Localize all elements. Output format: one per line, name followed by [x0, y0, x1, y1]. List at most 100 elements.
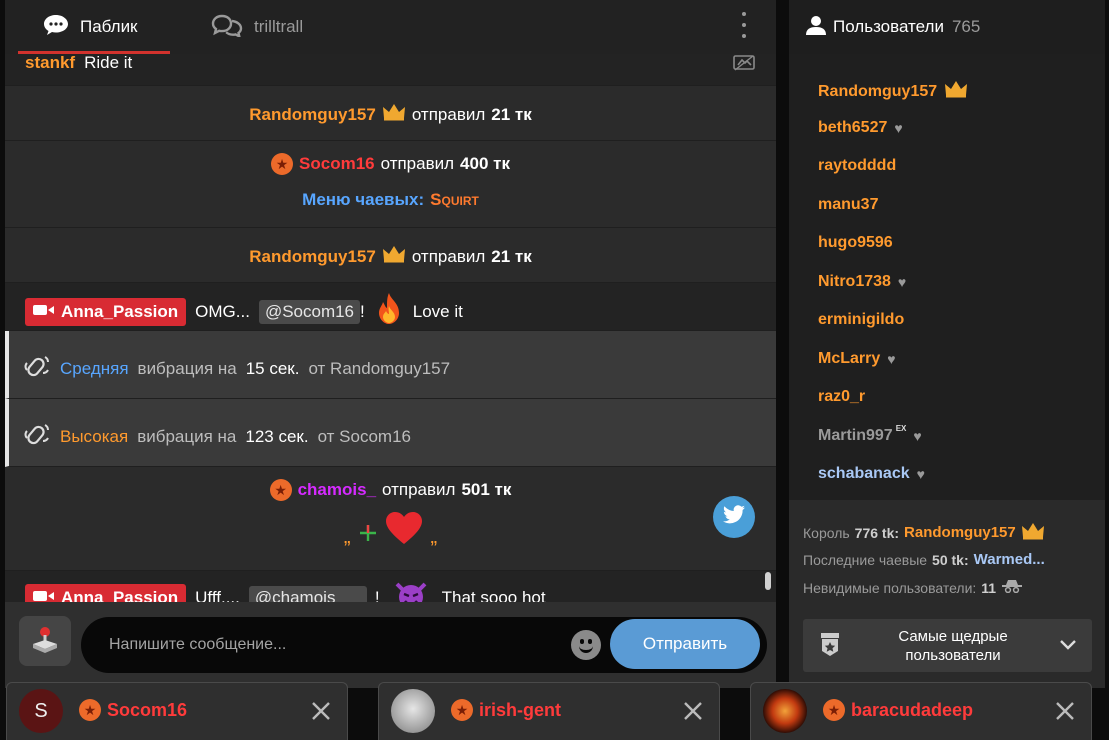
- translate-icon[interactable]: [732, 54, 756, 77]
- user-name: Martin997: [818, 427, 893, 444]
- tip-amount: 21 тк: [491, 104, 532, 124]
- tab-public[interactable]: Паблик: [42, 0, 138, 54]
- user-name: manu37: [818, 196, 879, 213]
- tip-verb: отправил: [411, 104, 486, 124]
- user-list-item[interactable]: raz0_r: [818, 388, 865, 406]
- user-list-item[interactable]: erminigildo: [818, 311, 904, 329]
- message-username[interactable]: chamois_: [298, 480, 376, 500]
- twitter-share-button[interactable]: [713, 496, 755, 538]
- user-name: schabanack: [818, 465, 910, 482]
- user-name: McLarry: [818, 350, 881, 367]
- message-text: !: [360, 301, 365, 321]
- vibration-level: Средняя: [60, 358, 129, 378]
- last-tip-stat: Последние чаевые 50 tk: Warmed...: [803, 551, 1045, 568]
- mention[interactable]: @chamois: [248, 585, 367, 602]
- close-icon[interactable]: [310, 700, 332, 722]
- tip-verb: отправил: [411, 246, 486, 266]
- user-list-item[interactable]: beth6527 ♥: [818, 119, 903, 137]
- heart-icon: ♥: [913, 428, 922, 444]
- star-icon: ★: [451, 699, 473, 721]
- user-list-item[interactable]: hugo9596: [818, 234, 893, 252]
- vibration-seconds: 123 сек.: [245, 426, 309, 446]
- tip-amount: 400 тк: [460, 154, 510, 173]
- star-icon: ★: [271, 153, 294, 175]
- camera-icon: [33, 588, 55, 603]
- private-chat-username: baracudadeep: [851, 699, 974, 720]
- user-list-item[interactable]: schabanack ♥: [818, 465, 925, 483]
- user-name: beth6527: [818, 119, 888, 136]
- message-username[interactable]: Randomguy157: [249, 105, 376, 125]
- private-chat-username: Socom16: [107, 699, 188, 720]
- tip-message: Randomguy157 отправил 21 тк: [5, 86, 776, 141]
- emoji-picker-icon[interactable]: [571, 630, 601, 660]
- model-badge[interactable]: Anna_Passion: [25, 297, 187, 326]
- user-name: Randomguy157: [818, 82, 938, 100]
- message-text: Ufff....: [195, 587, 240, 603]
- tip-message: ★ chamois_ отправил 501 тк „ „: [5, 467, 776, 571]
- games-button[interactable]: [19, 616, 71, 666]
- tab-private-label: trilltrall: [254, 17, 304, 36]
- star-icon: ★: [269, 479, 292, 501]
- message-text: Love it: [412, 301, 463, 321]
- king-amount: 776 tk:: [854, 524, 900, 541]
- message-username[interactable]: Socom16: [299, 154, 375, 174]
- private-chat-tab[interactable]: S ★ Socom16: [6, 682, 348, 740]
- message-text: OMG...: [195, 301, 250, 321]
- mention[interactable]: @Socom16: [258, 299, 361, 324]
- tip-amount: 21 тк: [491, 246, 532, 266]
- sparkle-icon: [359, 524, 377, 547]
- star-icon: ★: [823, 699, 845, 721]
- user-list-item[interactable]: McLarry ♥: [818, 350, 896, 368]
- last-tip-name[interactable]: Warmed...: [974, 551, 1045, 568]
- fire-emoji: [374, 292, 404, 331]
- users-panel: Пользователи 765 Randomguy157 beth6527 ♥…: [789, 0, 1105, 688]
- user-list-item[interactable]: raytodddd: [818, 157, 896, 175]
- private-chat-tab[interactable]: ★ irish-gent: [378, 682, 720, 740]
- top-tippers-dropdown[interactable]: Самые щедрые пользователи: [803, 619, 1092, 672]
- user-list-item[interactable]: manu37: [818, 196, 878, 214]
- invisible-users-stat: Невидимые пользователи: 11: [803, 579, 1023, 596]
- more-options-icon[interactable]: [738, 12, 750, 38]
- user-list-item[interactable]: Martin997 EX ♥: [818, 424, 922, 445]
- chat-scrollbar[interactable]: [765, 572, 771, 590]
- king-name[interactable]: Randomguy157: [904, 524, 1016, 541]
- king-stat: Король 776 tk: Randomguy157: [803, 522, 1045, 543]
- vibration-text: вибрация на: [137, 426, 237, 446]
- model-badge[interactable]: Anna_Passion: [25, 583, 187, 603]
- close-icon[interactable]: [682, 700, 704, 722]
- send-button[interactable]: Отправить: [610, 619, 760, 669]
- vibration-level: Высокая: [60, 426, 129, 446]
- vibration-from: от Randomguy157: [308, 358, 451, 378]
- chat-message: stankf Ride it: [5, 54, 776, 86]
- tip-message: Randomguy157 отправил 21 тк: [5, 228, 776, 283]
- spy-icon: [1001, 579, 1023, 596]
- chat-messages[interactable]: stankf Ride it Randomguy157 отправил 21 …: [5, 54, 776, 602]
- chevron-down-icon: [1059, 638, 1077, 656]
- king-label: Король: [803, 524, 850, 541]
- tab-private-chat[interactable]: trilltrall: [210, 0, 303, 54]
- camera-icon: [33, 302, 55, 322]
- tip-menu-label: Меню чаевых:: [302, 190, 425, 209]
- message-username[interactable]: stankf: [25, 54, 75, 73]
- message-text: That sooo hot: [441, 587, 546, 603]
- message-text: Ride it: [84, 54, 133, 72]
- user-list-item[interactable]: Nitro1738 ♥: [818, 273, 906, 291]
- chat-header: Паблик trilltrall: [5, 0, 776, 54]
- close-icon[interactable]: [1054, 700, 1076, 722]
- tab-public-label: Паблик: [80, 17, 138, 36]
- medal-icon: [819, 633, 841, 662]
- message-username[interactable]: Randomguy157: [249, 247, 376, 267]
- tip-menu-item: Squirt: [430, 190, 479, 209]
- user-icon: [805, 15, 827, 40]
- user-list-item[interactable]: Randomguy157: [818, 80, 968, 103]
- star-icon: ★: [79, 699, 101, 721]
- private-chat-tab[interactable]: ★ baracudadeep: [750, 682, 1092, 740]
- quote-open: „: [343, 526, 351, 548]
- private-chat-username: irish-gent: [479, 699, 562, 720]
- heart-icon: ♥: [894, 120, 903, 136]
- crown-icon: [382, 103, 406, 126]
- user-name: erminigildo: [818, 311, 905, 328]
- vibration-message: Высокая вибрация на 123 сек. от Socom16: [5, 399, 776, 467]
- joystick-icon: [30, 624, 60, 659]
- crown-icon: [1021, 522, 1045, 543]
